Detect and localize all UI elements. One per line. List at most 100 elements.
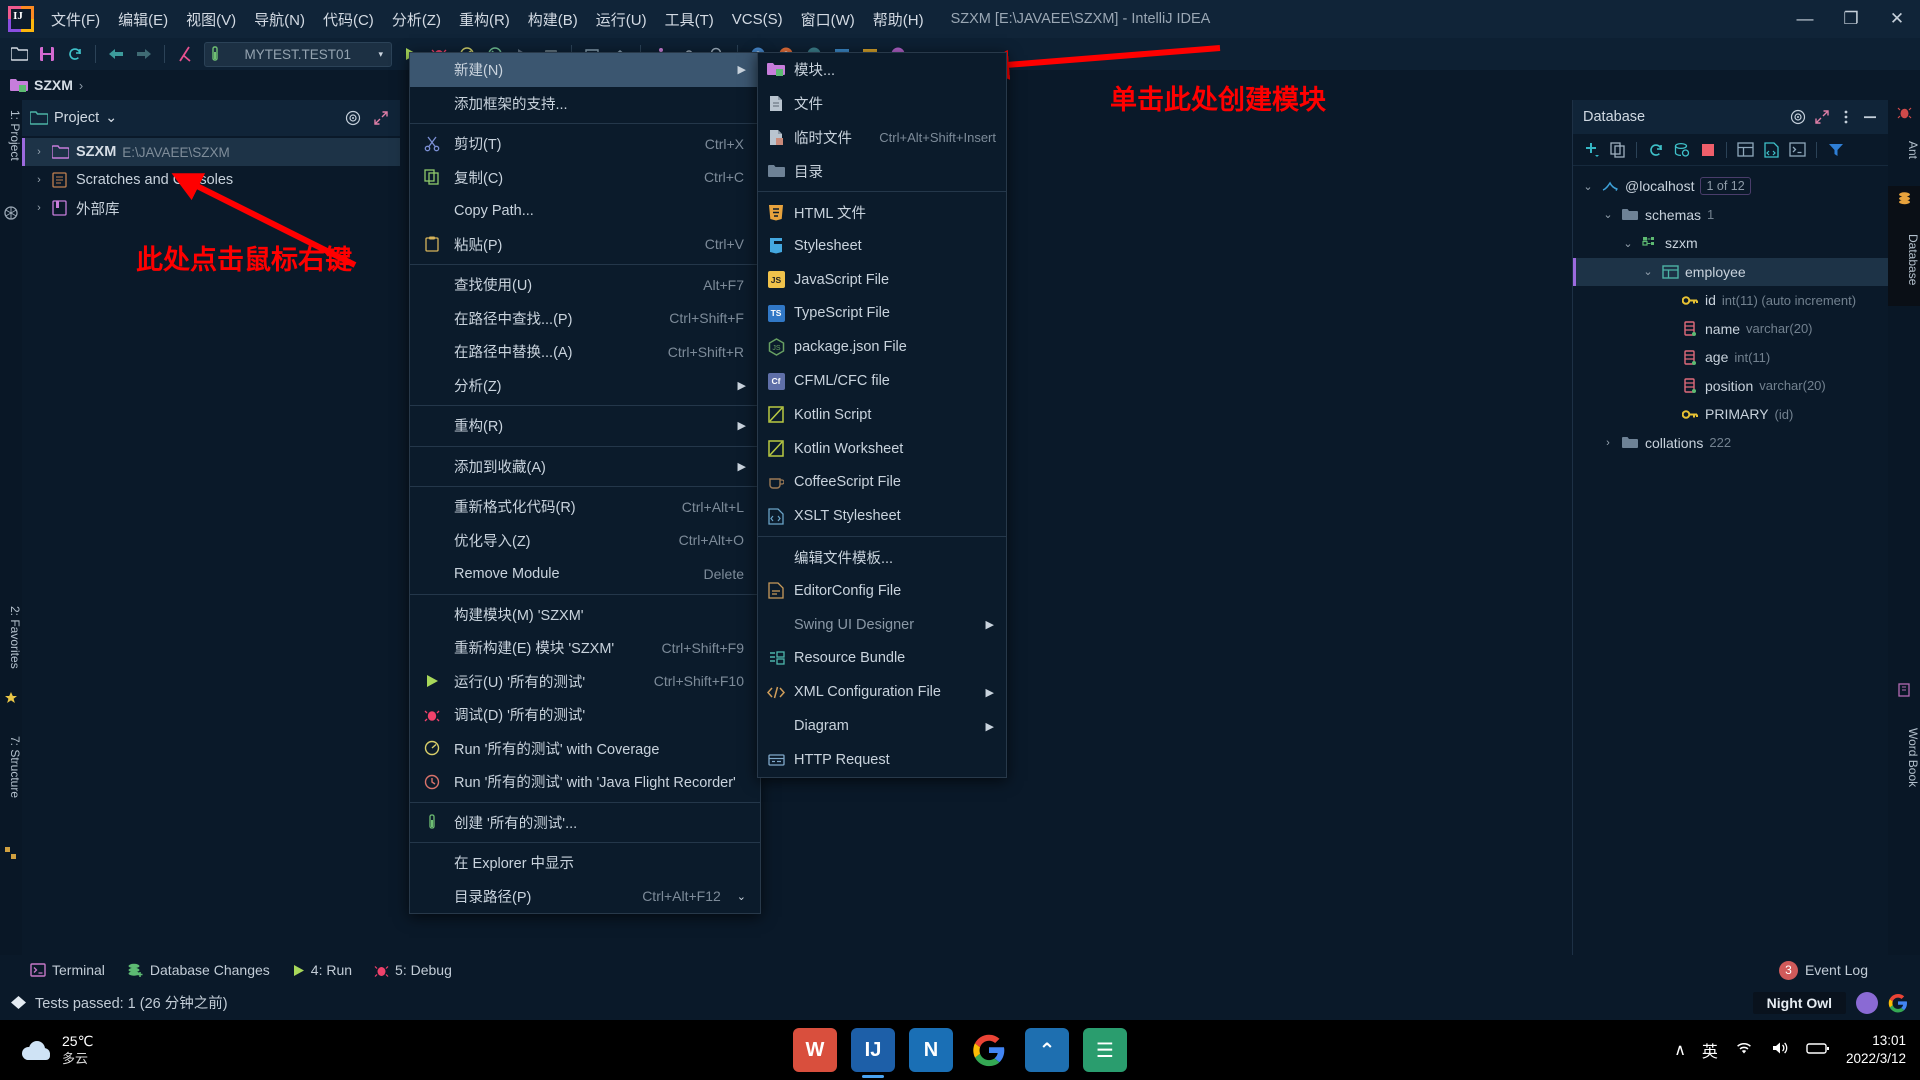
event-log-button[interactable]: 3 Event Log bbox=[1778, 955, 1868, 985]
context-menu-item[interactable]: 在路径中替换...(A) Ctrl+Shift+R bbox=[410, 335, 760, 369]
new-submenu-item[interactable]: 目录 bbox=[758, 154, 1006, 188]
database-tree-row[interactable]: ⌄ employee bbox=[1573, 257, 1888, 286]
context-menu-item[interactable]: 新建(N) ▶ bbox=[410, 53, 760, 87]
minimize-button[interactable]: — bbox=[1782, 0, 1828, 38]
context-menu-item[interactable]: 在 Explorer 中显示 bbox=[410, 846, 760, 880]
notes-icon[interactable]: ☰ bbox=[1083, 1028, 1127, 1072]
battery-icon[interactable] bbox=[1806, 1041, 1830, 1060]
context-menu-item[interactable]: 添加框架的支持... bbox=[410, 87, 760, 121]
ime-indicator[interactable]: 英 bbox=[1702, 1038, 1718, 1062]
new-submenu-item[interactable]: TS TypeScript File bbox=[758, 297, 1006, 331]
close-button[interactable]: ✕ bbox=[1874, 0, 1920, 38]
sync-icon[interactable] bbox=[62, 41, 88, 67]
version-control-icon[interactable] bbox=[3, 205, 19, 221]
new-submenu-item[interactable]: EditorConfig File bbox=[758, 574, 1006, 608]
more-options-icon[interactable] bbox=[1834, 105, 1858, 129]
new-submenu-item[interactable]: Cf CFML/CFC file bbox=[758, 364, 1006, 398]
chevron-up-icon[interactable]: ∧ bbox=[1674, 1040, 1686, 1060]
xmind-icon[interactable]: ⌃ bbox=[1025, 1028, 1069, 1072]
refresh-icon[interactable] bbox=[1643, 137, 1668, 162]
context-menu-item[interactable]: 添加到收藏(A) ▶ bbox=[410, 450, 760, 484]
project-view-chevron-icon[interactable]: ⌄ bbox=[105, 110, 117, 126]
tree-expand-icon[interactable]: › bbox=[32, 146, 46, 158]
database-tree-row[interactable]: name varchar(20) bbox=[1573, 315, 1888, 344]
new-submenu-item[interactable]: Stylesheet bbox=[758, 229, 1006, 263]
taskbar-weather-widget[interactable]: 25℃ 多云 bbox=[22, 1033, 93, 1067]
wifi-icon[interactable] bbox=[1734, 1040, 1754, 1061]
tree-expand-icon[interactable]: ⌄ bbox=[1641, 265, 1655, 278]
sidebar-item-ant[interactable]: Ant bbox=[1888, 125, 1920, 175]
context-menu[interactable]: 新建(N) ▶ 添加框架的支持... 剪切(T) Ctrl+X 复制(C) Ctrl+C Co… bbox=[409, 52, 761, 914]
new-submenu-item[interactable]: Swing UI Designer ▶ bbox=[758, 608, 1006, 642]
context-menu-item[interactable]: 分析(Z) ▶ bbox=[410, 369, 760, 403]
database-tree-row[interactable]: ⌄ schemas 1 bbox=[1573, 201, 1888, 230]
maximize-button[interactable]: ❐ bbox=[1828, 0, 1874, 38]
hide-panel-icon[interactable] bbox=[1858, 105, 1882, 129]
menu-item-12[interactable]: 帮助(H) bbox=[864, 0, 933, 38]
context-menu-item[interactable]: 查找使用(U) Alt+F7 bbox=[410, 268, 760, 302]
tree-expand-icon[interactable]: ⌄ bbox=[1621, 237, 1635, 250]
back-arrow-icon[interactable] bbox=[103, 41, 129, 67]
context-menu-item[interactable]: 目录路径(P) Ctrl+Alt+F12 ⌄ bbox=[410, 880, 760, 914]
database-tree-row[interactable]: age int(11) bbox=[1573, 343, 1888, 372]
star-icon[interactable] bbox=[3, 690, 19, 706]
scroll-from-source-icon[interactable] bbox=[342, 107, 364, 129]
context-menu-item[interactable]: 复制(C) Ctrl+C bbox=[410, 161, 760, 195]
new-submenu-item[interactable]: CoffeeScript File bbox=[758, 466, 1006, 500]
breadcrumb-project[interactable]: SZXM bbox=[34, 77, 73, 93]
tree-expand-icon[interactable]: › bbox=[32, 202, 46, 214]
database-tree-row[interactable]: ⌄ szxm bbox=[1573, 229, 1888, 258]
menu-item-8[interactable]: 运行(U) bbox=[587, 0, 656, 38]
night-owl-indicator[interactable]: Night Owl bbox=[1752, 991, 1846, 1014]
tree-expand-icon[interactable]: › bbox=[32, 174, 46, 186]
context-menu-item[interactable]: 调试(D) '所有的测试' bbox=[410, 698, 760, 732]
collapse-all-icon[interactable] bbox=[1810, 105, 1834, 129]
context-menu-item[interactable]: 在路径中查找...(P) Ctrl+Shift+F bbox=[410, 302, 760, 336]
run-configuration-selector[interactable]: MYTEST.TEST01 ▾ bbox=[204, 41, 392, 67]
new-submenu-item[interactable]: JS JavaScript File bbox=[758, 263, 1006, 297]
bottom-tool-window-4-run[interactable]: 4: Run bbox=[292, 962, 352, 978]
chrome-icon[interactable] bbox=[967, 1028, 1011, 1072]
menu-item-1[interactable]: 编辑(E) bbox=[109, 0, 177, 38]
stop-icon[interactable] bbox=[1695, 137, 1720, 162]
new-submenu-item[interactable]: 模块... bbox=[758, 53, 1006, 87]
navicat-icon[interactable]: N bbox=[909, 1028, 953, 1072]
taskbar-app-list[interactable]: W IJ N ⌃ ☰ bbox=[793, 1028, 1127, 1078]
database-tree-row[interactable]: › collations 222 bbox=[1573, 429, 1888, 458]
database-tree-row[interactable]: PRIMARY (id) bbox=[1573, 400, 1888, 429]
bottom-tool-window-5-debug[interactable]: 5: Debug bbox=[374, 962, 452, 978]
menu-item-4[interactable]: 代码(C) bbox=[314, 0, 383, 38]
new-submenu-item[interactable]: 编辑文件模板... bbox=[758, 540, 1006, 574]
context-menu-item[interactable]: 构建模块(M) 'SZXM' bbox=[410, 598, 760, 632]
menu-item-9[interactable]: 工具(T) bbox=[656, 0, 723, 38]
database-tree-row[interactable]: position varchar(20) bbox=[1573, 372, 1888, 401]
volume-icon[interactable] bbox=[1770, 1040, 1790, 1061]
project-tree[interactable]: › SZXM E:\JAVAEE\SZXM › Scratches and Consol… bbox=[22, 136, 400, 222]
context-menu-item[interactable]: 运行(U) '所有的测试' Ctrl+Shift+F10 bbox=[410, 665, 760, 699]
taskbar-system-tray[interactable]: ∧ 英 13:01 2022/3/12 bbox=[1674, 1032, 1906, 1068]
database-toolbar[interactable] bbox=[1573, 134, 1888, 166]
context-menu-item[interactable]: 重新格式化代码(R) Ctrl+Alt+L bbox=[410, 490, 760, 524]
new-submenu-item[interactable]: Kotlin Script bbox=[758, 398, 1006, 432]
add-datasource-icon[interactable] bbox=[1579, 137, 1604, 162]
sidebar-item-favorites[interactable]: 2: Favorites bbox=[0, 600, 22, 675]
context-menu-item[interactable]: 剪切(T) Ctrl+X bbox=[410, 127, 760, 161]
duplicate-icon[interactable] bbox=[1605, 137, 1630, 162]
menu-item-0[interactable]: 文件(F) bbox=[42, 0, 109, 38]
project-tree-row[interactable]: › Scratches and Consoles bbox=[22, 166, 400, 194]
menu-item-2[interactable]: 视图(V) bbox=[177, 0, 245, 38]
database-tree-row[interactable]: id int(11) (auto increment) bbox=[1573, 286, 1888, 315]
forward-arrow-icon[interactable] bbox=[131, 41, 157, 67]
window-controls[interactable]: — ❐ ✕ bbox=[1782, 0, 1920, 38]
jump-to-query-console-icon[interactable] bbox=[1669, 137, 1694, 162]
taskbar-clock[interactable]: 13:01 2022/3/12 bbox=[1846, 1032, 1906, 1068]
sidebar-item-project[interactable]: 1: Project bbox=[0, 104, 22, 167]
filter-icon[interactable] bbox=[1823, 137, 1848, 162]
wps-icon[interactable]: W bbox=[793, 1028, 837, 1072]
context-menu-item[interactable]: 创建 '所有的测试'... bbox=[410, 806, 760, 840]
scroll-from-source-icon[interactable] bbox=[1786, 105, 1810, 129]
new-submenu-item[interactable]: Diagram ▶ bbox=[758, 709, 1006, 743]
database-tree-row[interactable]: ⌄ @localhost 1 of 12 bbox=[1573, 172, 1888, 201]
new-submenu-item[interactable]: Resource Bundle bbox=[758, 642, 1006, 676]
menu-item-7[interactable]: 构建(B) bbox=[519, 0, 587, 38]
